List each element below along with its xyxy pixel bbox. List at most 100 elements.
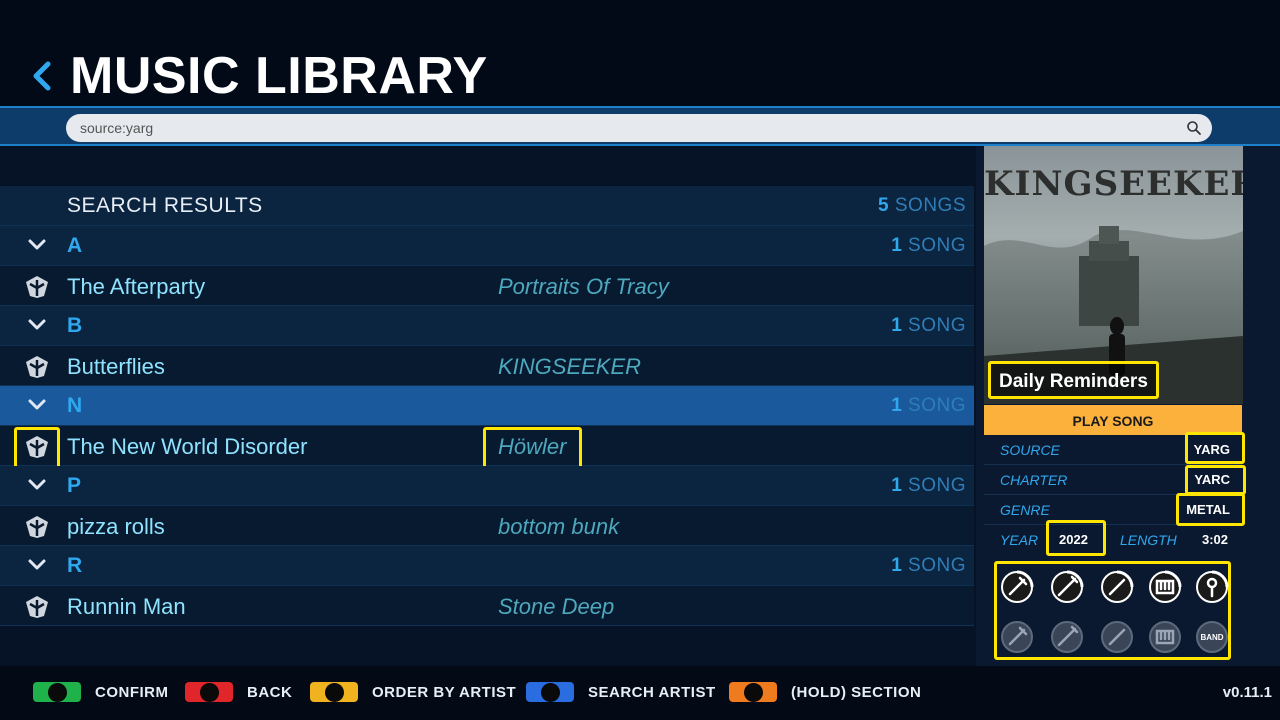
chevron-down-icon[interactable] (27, 398, 47, 412)
song-row[interactable]: Butterflies KINGSEEKER (0, 346, 974, 386)
controller-button-icon (185, 682, 233, 702)
song-artist: Portraits Of Tracy (498, 274, 669, 299)
yarg-source-icon (26, 516, 48, 538)
section-count-number: 1 (891, 235, 903, 256)
pro-bass-icon (1051, 621, 1083, 653)
yarg-source-icon (26, 356, 48, 378)
section-letter: B (67, 314, 83, 337)
section-count: 1 SONG (891, 315, 966, 337)
footer-button-label: BACK (247, 683, 293, 701)
genre-highlight (1176, 493, 1245, 526)
section-count: 1 SONG (891, 555, 966, 577)
results-count-label: SONGS (889, 195, 966, 216)
song-row[interactable]: pizza rolls bottom bunk (0, 506, 974, 546)
band-icon: BAND (1196, 621, 1228, 653)
footer-button-confirm[interactable]: CONFIRM (33, 682, 169, 702)
song-title: The Afterparty (67, 274, 206, 299)
section-count-label: SONG (902, 235, 966, 256)
footer-button-order-by-artist[interactable]: ORDER BY ARTIST (310, 682, 516, 702)
section-header-r[interactable]: R 1 SONG (0, 546, 974, 586)
artist-highlight (483, 427, 582, 471)
section-count-number: 1 (891, 475, 903, 496)
song-title: pizza rolls (67, 514, 165, 539)
song-row[interactable]: Runnin Man Stone Deep (0, 586, 974, 626)
section-count-number: 1 (891, 395, 903, 416)
section-count-label: SONG (902, 395, 966, 416)
footer-button-label: ORDER BY ARTIST (372, 683, 517, 701)
controller-button-icon (526, 682, 574, 702)
guitar-icon (1001, 570, 1034, 603)
yarg-source-icon (26, 596, 48, 618)
chevron-down-icon[interactable] (27, 238, 47, 252)
song-row[interactable]: The Afterparty Portraits Of Tracy (0, 266, 974, 306)
section-header-p[interactable]: P 1 SONG (0, 466, 974, 506)
footer-button-back[interactable]: BACK (185, 682, 292, 702)
year-label: YEAR (1000, 532, 1039, 548)
song-name-label: Daily Reminders (988, 361, 1159, 399)
footer-button-label: (HOLD) SECTION (791, 683, 922, 701)
pro-drums-icon (1101, 621, 1133, 653)
song-artist: bottom bunk (498, 514, 620, 539)
chevron-down-icon[interactable] (27, 478, 47, 492)
chevron-down-icon[interactable] (27, 558, 47, 572)
section-header-b[interactable]: B 1 SONG (0, 306, 974, 346)
search-results-title: SEARCH RESULTS (67, 194, 263, 217)
controller-button-icon (729, 682, 777, 702)
chevron-down-icon[interactable] (27, 318, 47, 332)
section-header-a[interactable]: A 1 SONG (0, 226, 974, 266)
drums-icon (1101, 570, 1134, 603)
section-count-label: SONG (902, 315, 966, 336)
source-label: SOURCE (1000, 442, 1060, 458)
footer-button-search-artist[interactable]: SEARCH ARTIST (526, 682, 716, 702)
section-letter: A (67, 234, 83, 257)
source-icon-highlight (14, 427, 60, 471)
section-count-number: 1 (891, 315, 903, 336)
section-count-number: 1 (891, 555, 903, 576)
pro-guitar-icon (1001, 621, 1033, 653)
length-label: LENGTH (1120, 532, 1177, 548)
song-artist: KINGSEEKER (498, 354, 642, 379)
footer-button-label: CONFIRM (95, 683, 169, 701)
pro-keys-icon (1149, 621, 1181, 653)
back-chevron-icon[interactable] (30, 58, 54, 94)
section-letter: P (67, 474, 82, 497)
controller-button-icon (33, 682, 81, 702)
section-letter: R (67, 554, 83, 577)
play-song-button[interactable]: PLAY SONG (984, 405, 1242, 435)
footer-button-label: SEARCH ARTIST (588, 683, 716, 701)
section-letter: N (67, 394, 83, 417)
controller-button-icon (310, 682, 358, 702)
search-results-header: SEARCH RESULTS 5 SONGS (0, 186, 974, 226)
song-title: The New World Disorder (67, 434, 308, 459)
song-title: Runnin Man (67, 594, 186, 619)
instrument-difficulty-panel: BAND (994, 561, 1231, 660)
yarg-source-icon (26, 276, 48, 298)
section-count-label: SONG (902, 475, 966, 496)
bass-icon (1051, 570, 1084, 603)
length-value: 3:02 (1201, 532, 1228, 547)
section-count: 1 SONG (891, 475, 966, 497)
search-input[interactable] (66, 114, 1212, 142)
song-title: Butterflies (67, 354, 165, 379)
section-count: 1 SONG (891, 395, 966, 417)
year-length-row: YEAR 2022 LENGTH 3:02 (984, 525, 1242, 555)
song-list[interactable]: SEARCH RESULTS 5 SONGS A 1 SONG The Afterp… (0, 146, 974, 666)
results-count-number: 5 (878, 195, 890, 216)
band-label: BAND (1200, 633, 1223, 642)
section-count-label: SONG (902, 555, 966, 576)
song-artist: Stone Deep (498, 594, 615, 619)
keys-icon (1149, 570, 1182, 603)
section-header-n[interactable]: N 1 SONG (0, 386, 974, 426)
version-label: v0.11.1 (1222, 684, 1272, 701)
charter-label: CHARTER (1000, 472, 1068, 488)
album-art-text: KINGSEEKER (984, 164, 1243, 204)
section-count: 1 SONG (891, 235, 966, 257)
results-count: 5 SONGS (878, 195, 966, 217)
search-icon[interactable] (1186, 120, 1202, 136)
footer-button-hold-section[interactable]: (HOLD) SECTION (729, 682, 921, 702)
year-highlight (1046, 520, 1106, 556)
genre-label: GENRE (1000, 502, 1050, 518)
page-title: MUSIC LIBRARY (70, 47, 488, 105)
source-highlight (1185, 432, 1245, 464)
charter-highlight (1185, 465, 1246, 495)
